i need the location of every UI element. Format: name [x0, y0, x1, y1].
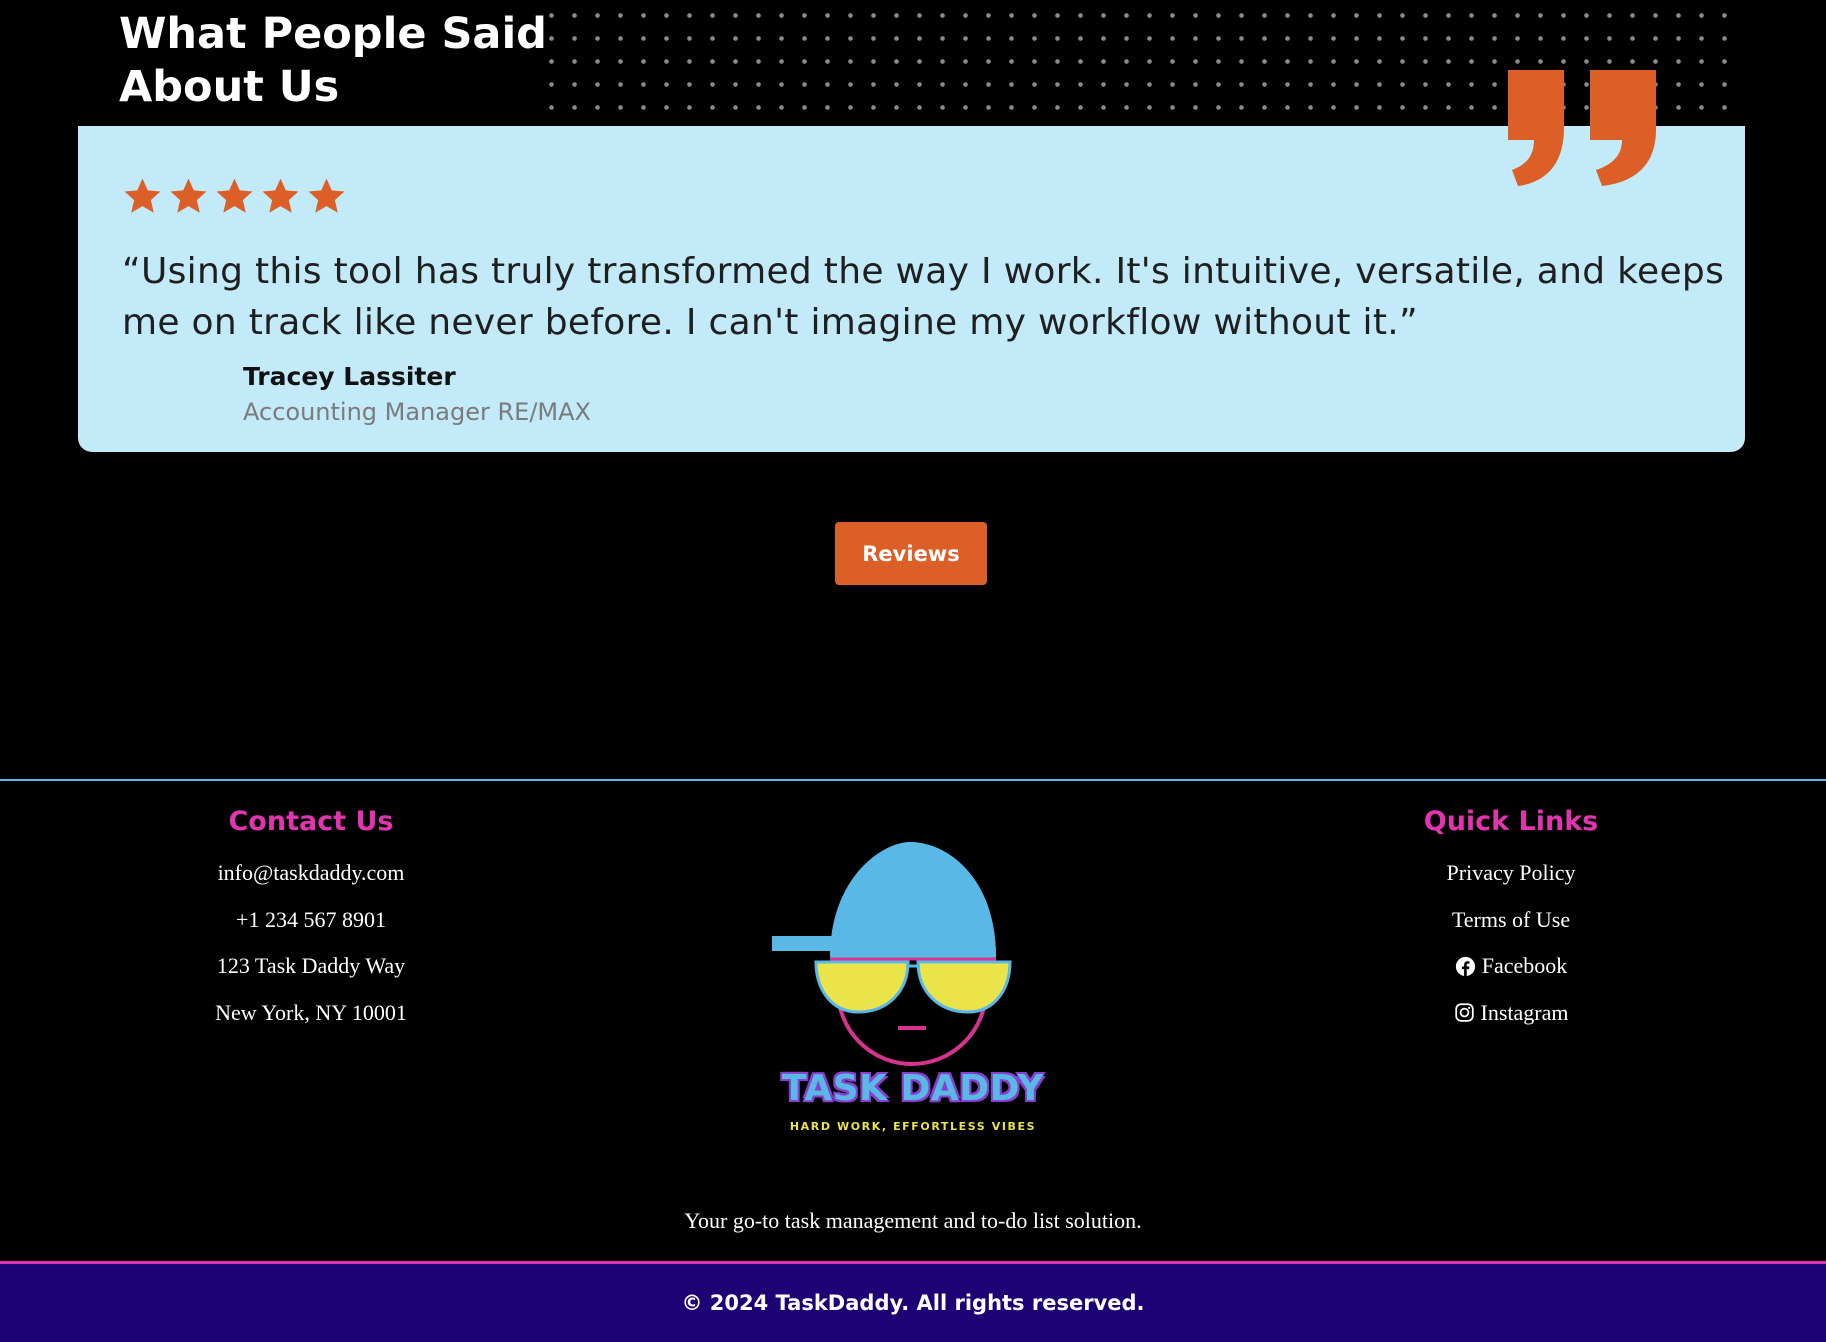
star-icon [124, 178, 161, 213]
contact-phone: +1 234 567 8901 [236, 906, 386, 932]
rating-stars [122, 176, 347, 217]
privacy-policy-link[interactable]: Privacy Policy [1361, 850, 1661, 897]
quick-links-title: Quick Links [1423, 806, 1599, 837]
copyright-text: © 2024 TaskDaddy. All rights reserved. [681, 1291, 1145, 1315]
footer-divider [0, 779, 1826, 781]
star-icon [170, 178, 207, 213]
logo-tagline: HARD WORK, EFFORTLESS VIBES [789, 1120, 1037, 1133]
quick-links-section: Quick Links Privacy Policy Terms of Use … [1361, 802, 1661, 1036]
footer-description: Your go-to task management and to-do lis… [684, 1208, 1142, 1233]
logo-title: TASK DADDY [782, 1068, 1044, 1109]
star-icon [262, 178, 299, 213]
contact-section: Contact Us info@taskdaddy.com +1 234 567… [161, 802, 461, 1036]
author-role: Accounting Manager RE/MAX [243, 398, 591, 426]
testimonials-heading: What People Said About Us [119, 9, 547, 112]
facebook-icon [1455, 956, 1475, 976]
contact-address-line2: New York, NY 10001 [215, 999, 407, 1025]
terms-of-use-link[interactable]: Terms of Use [1361, 897, 1661, 944]
contact-email-link[interactable]: info@taskdaddy.com [161, 850, 461, 897]
copyright-bar: © 2024 TaskDaddy. All rights reserved. [0, 1264, 1826, 1342]
contact-address-line1: 123 Task Daddy Way [216, 953, 406, 978]
testimonial-quote: “Using this tool has truly transformed t… [122, 251, 1725, 343]
facebook-link[interactable]: Facebook [1361, 943, 1661, 990]
testimonial-card: “Using this tool has truly transformed t… [78, 70, 1745, 452]
facebook-link-label: Facebook [1481, 953, 1568, 978]
instagram-icon [1454, 1003, 1474, 1022]
reviews-button[interactable]: Reviews [835, 522, 987, 585]
star-icon [216, 178, 253, 213]
star-icon [308, 178, 345, 213]
author-name: Tracey Lassiter [243, 362, 456, 391]
quote-mark-icon [1508, 70, 1656, 186]
instagram-link[interactable]: Instagram [1361, 990, 1661, 1037]
instagram-link-label: Instagram [1480, 999, 1569, 1025]
contact-title: Contact Us [228, 806, 394, 837]
